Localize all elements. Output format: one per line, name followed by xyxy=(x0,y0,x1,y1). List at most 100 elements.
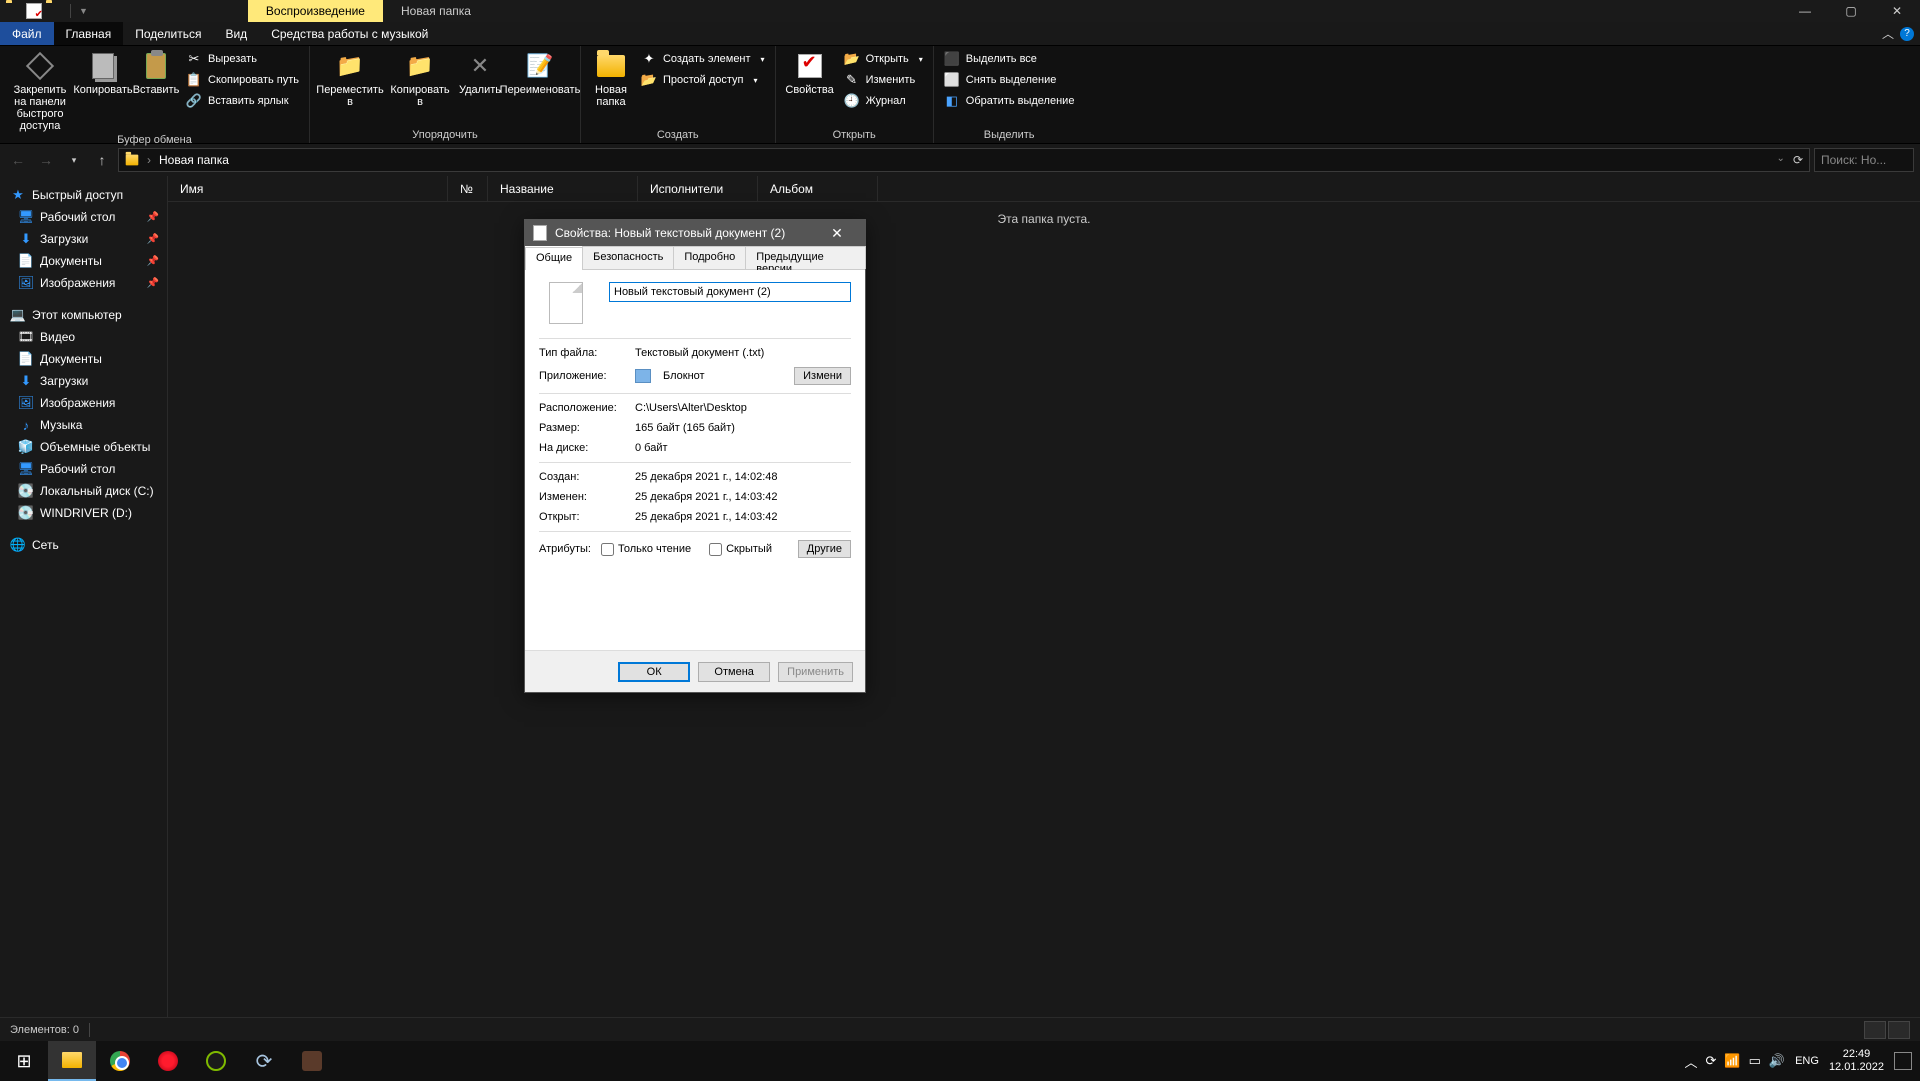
view-details-button[interactable] xyxy=(1864,1021,1886,1039)
other-attributes-button[interactable]: Другие xyxy=(798,540,851,558)
tray-clock[interactable]: 22:49 12.01.2022 xyxy=(1829,1048,1884,1074)
sidebar-pictures[interactable]: 🖼Изображения📌 xyxy=(0,272,167,294)
ribbon-tab-share[interactable]: Поделиться xyxy=(123,22,213,45)
move-to-button[interactable]: 📁Переместить в xyxy=(318,50,382,108)
group-open-label: Открыть xyxy=(784,127,925,141)
taskbar-opera[interactable] xyxy=(144,1041,192,1081)
taskbar-chrome[interactable] xyxy=(96,1041,144,1081)
tab-general[interactable]: Общие xyxy=(525,247,583,270)
ribbon-tab-file[interactable]: Файл xyxy=(0,22,54,45)
tray-steam-icon[interactable]: ⟳ xyxy=(1706,1053,1717,1069)
ribbon-collapse-icon[interactable]: ︿ xyxy=(1882,25,1894,42)
invert-selection-button[interactable]: ◧Обратить выделение xyxy=(942,92,1077,110)
tray-battery-icon[interactable]: ▭ xyxy=(1749,1053,1761,1069)
forward-button[interactable]: → xyxy=(34,148,58,172)
breadcrumb[interactable]: Новая папка xyxy=(159,153,229,167)
chrome-icon xyxy=(110,1051,130,1071)
pin-icon: 📌 xyxy=(147,234,159,245)
edit-button[interactable]: ✎Изменить xyxy=(842,71,925,89)
col-album[interactable]: Альбом xyxy=(758,176,878,201)
qat-dropdown-icon[interactable]: ▼ xyxy=(79,6,88,16)
copy-button[interactable]: Копировать xyxy=(78,50,128,96)
close-button[interactable]: ✕ xyxy=(1874,0,1920,22)
paste-button[interactable]: Вставить xyxy=(134,50,178,96)
select-all-button[interactable]: ⬛Выделить все xyxy=(942,50,1077,68)
sidebar-desktop2[interactable]: 🖥Рабочий стол xyxy=(0,458,167,480)
new-folder-button[interactable]: Новая папка xyxy=(589,50,633,108)
sidebar-network[interactable]: 🌐Сеть xyxy=(0,534,167,556)
sidebar-music[interactable]: ♪Музыка xyxy=(0,414,167,436)
sidebar-documents[interactable]: 📄Документы📌 xyxy=(0,250,167,272)
maximize-button[interactable]: ▢ xyxy=(1828,0,1874,22)
sidebar-3d-objects[interactable]: 🧊Объемные объекты xyxy=(0,436,167,458)
notification-center-icon[interactable] xyxy=(1894,1052,1912,1070)
pin-button[interactable]: Закрепить на панели быстрого доступа xyxy=(8,50,72,132)
col-title[interactable]: Название xyxy=(488,176,638,201)
copy-to-button[interactable]: 📁Копировать в xyxy=(388,50,452,108)
recent-dropdown[interactable]: ▾ xyxy=(62,148,86,172)
sidebar-desktop[interactable]: 🖥Рабочий стол📌 xyxy=(0,206,167,228)
tray-overflow-icon[interactable]: ︿ xyxy=(1685,1052,1698,1071)
easy-access-button[interactable]: 📂Простой доступ▾ xyxy=(639,71,767,89)
tray-volume-icon[interactable]: 🔊 xyxy=(1769,1053,1785,1069)
sidebar-videos[interactable]: 🎞Видео xyxy=(0,326,167,348)
history-label: Журнал xyxy=(866,95,906,107)
back-button[interactable]: ← xyxy=(6,148,30,172)
sidebar-downloads[interactable]: ⬇Загрузки📌 xyxy=(0,228,167,250)
filename-input[interactable] xyxy=(609,282,851,302)
dialog-close-button[interactable]: ✕ xyxy=(817,220,857,246)
change-app-button[interactable]: Измени xyxy=(794,367,851,385)
minimize-button[interactable]: ― xyxy=(1782,0,1828,22)
sidebar-quick-access[interactable]: ★Быстрый доступ xyxy=(0,184,167,206)
col-artists[interactable]: Исполнители xyxy=(638,176,758,201)
ribbon-tab-music-tools[interactable]: Средства работы с музыкой xyxy=(259,22,440,45)
tab-previous-versions[interactable]: Предыдущие версии xyxy=(745,246,866,269)
apply-button[interactable]: Применить xyxy=(778,662,853,682)
col-number[interactable]: № xyxy=(448,176,488,201)
cut-button[interactable]: ✂Вырезать xyxy=(184,50,301,68)
sidebar-documents2[interactable]: 📄Документы xyxy=(0,348,167,370)
address-input[interactable]: › Новая папка ⌄ ⟳ xyxy=(118,148,1810,172)
select-none-button[interactable]: ⬜Снять выделение xyxy=(942,71,1077,89)
help-icon[interactable]: ? xyxy=(1900,27,1914,41)
qat-properties-icon[interactable]: ✔ xyxy=(26,3,42,19)
sidebar-this-pc[interactable]: 💻Этот компьютер xyxy=(0,304,167,326)
readonly-checkbox[interactable]: Только чтение xyxy=(601,543,691,556)
sidebar-local-disk[interactable]: 💽Локальный диск (C:) xyxy=(0,480,167,502)
tab-security[interactable]: Безопасность xyxy=(582,246,674,269)
search-input[interactable]: Поиск: Но... xyxy=(1814,148,1914,172)
rename-button[interactable]: 📝Переименовать xyxy=(508,50,572,96)
properties-button[interactable]: Свойства xyxy=(784,50,836,96)
tray-network-icon[interactable]: 📶 xyxy=(1724,1053,1740,1069)
history-button[interactable]: 🕘Журнал xyxy=(842,92,925,110)
taskbar-app-green[interactable] xyxy=(192,1041,240,1081)
open-button[interactable]: 📂Открыть▾ xyxy=(842,50,925,68)
sidebar-windriver[interactable]: 💽WINDRIVER (D:) xyxy=(0,502,167,524)
refresh-icon[interactable]: ⟳ xyxy=(1793,153,1803,167)
taskbar-app[interactable] xyxy=(288,1041,336,1081)
ribbon-tab-view[interactable]: Вид xyxy=(213,22,259,45)
tab-playback[interactable]: Воспроизведение xyxy=(248,0,383,22)
taskbar-explorer[interactable] xyxy=(48,1041,96,1081)
label: Документы xyxy=(40,254,102,268)
sidebar-pictures2[interactable]: 🖼Изображения xyxy=(0,392,167,414)
tray-language[interactable]: ENG xyxy=(1795,1055,1819,1067)
dialog-titlebar[interactable]: Свойства: Новый текстовый документ (2) ✕ xyxy=(525,220,865,246)
qat-newfolder-icon[interactable] xyxy=(46,3,62,19)
up-button[interactable]: ↑ xyxy=(90,148,114,172)
paste-shortcut-button[interactable]: 🔗Вставить ярлык xyxy=(184,92,301,110)
col-name[interactable]: Имя xyxy=(168,176,448,201)
cancel-button[interactable]: Отмена xyxy=(698,662,770,682)
sidebar-downloads2[interactable]: ⬇Загрузки xyxy=(0,370,167,392)
new-item-button[interactable]: ✦Создать элемент▾ xyxy=(639,50,767,68)
ribbon-tab-home[interactable]: Главная xyxy=(54,22,124,45)
view-thumbs-button[interactable] xyxy=(1888,1021,1910,1039)
address-dropdown-icon[interactable]: ⌄ xyxy=(1771,153,1791,167)
copy-path-button[interactable]: 📋Скопировать путь xyxy=(184,71,301,89)
taskbar-steam[interactable]: ⟳ xyxy=(240,1041,288,1081)
start-button[interactable]: ⊞ xyxy=(0,1041,48,1081)
ok-button[interactable]: ОК xyxy=(618,662,690,682)
hidden-checkbox[interactable]: Скрытый xyxy=(709,543,772,556)
tab-details[interactable]: Подробно xyxy=(673,246,746,269)
delete-button[interactable]: ✕Удалить xyxy=(458,50,502,96)
